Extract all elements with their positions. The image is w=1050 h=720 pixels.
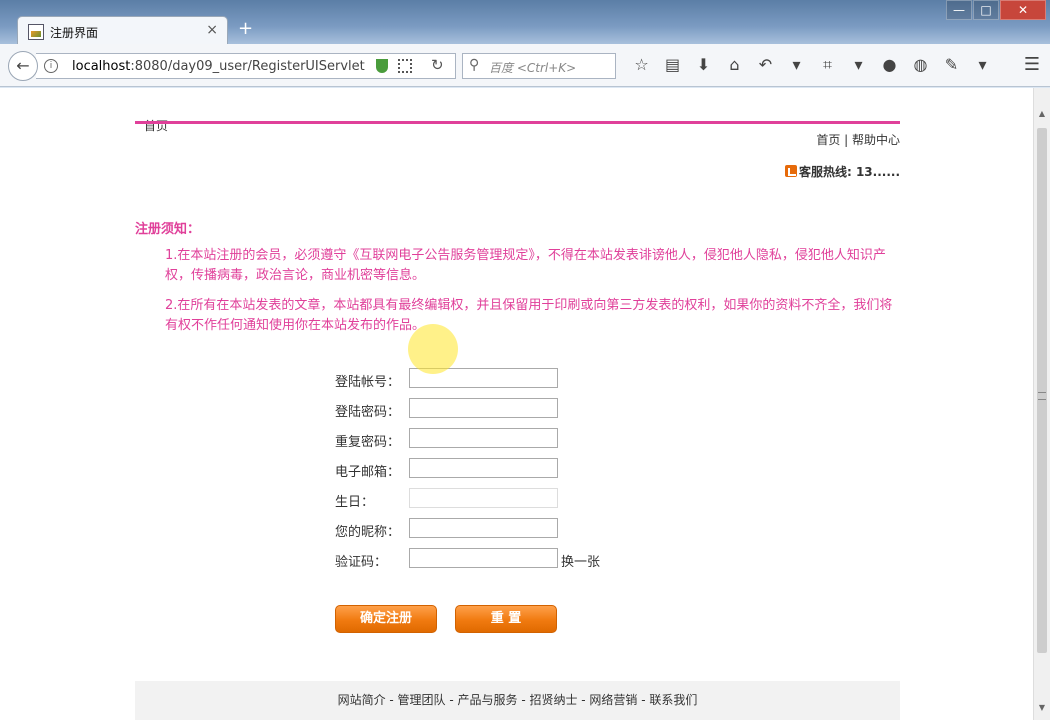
tab-title: 注册界面	[50, 26, 99, 40]
password2-row: 重复密码：	[335, 428, 655, 450]
cursor-highlight	[408, 324, 458, 374]
password2-label: 重复密码：	[335, 435, 401, 450]
vertical-scrollbar[interactable]: ▲ ▼	[1033, 88, 1050, 720]
header-divider	[135, 121, 900, 124]
scrollbar-grip-icon	[1038, 392, 1046, 400]
new-tab-button[interactable]: +	[238, 18, 253, 39]
download-icon[interactable]: ⬇	[688, 54, 719, 78]
password2-input[interactable]	[409, 428, 558, 448]
back-button[interactable]: ←	[8, 51, 38, 81]
crop-icon[interactable]: ⌗	[812, 54, 843, 78]
email-row: 电子邮箱：	[335, 458, 655, 480]
submit-register-button[interactable]: 确定注册	[335, 605, 437, 633]
nickname-input[interactable]	[409, 518, 558, 538]
captcha-row: 验证码： 换一张	[335, 548, 655, 570]
password-input[interactable]	[409, 398, 558, 418]
notice-title: 注册须知：	[135, 222, 201, 237]
qr-code-icon[interactable]	[398, 59, 412, 73]
toolbar-icons: ☆ ▤ ⬇ ⌂ ↶ ▾ ⌗ ▾ ● ◍ ✎ ▾	[626, 54, 998, 78]
shield-icon[interactable]	[376, 59, 388, 73]
notice-paragraph-1: 1.在本站注册的会员，必须遵守《互联网电子公告服务管理规定》，不得在本站发表诽谤…	[165, 248, 886, 283]
reading-list-icon[interactable]: ▤	[657, 54, 688, 78]
password-row: 登陆密码：	[335, 398, 655, 420]
undo-icon[interactable]: ↶	[750, 54, 781, 78]
palette-icon[interactable]: ◍	[905, 54, 936, 78]
reload-icon[interactable]: ↻	[431, 56, 444, 74]
notice-paragraph-2: 2.在所有在本站发表的文章，本站都具有最终编辑权，并且保留用于印刷或向第三方发表…	[165, 298, 893, 333]
captcha-refresh-link[interactable]: 换一张	[561, 551, 600, 570]
reset-button[interactable]: 重 置	[455, 605, 557, 633]
star-icon[interactable]: ☆	[626, 54, 657, 78]
hamburger-menu-icon[interactable]: ☰	[1024, 54, 1040, 75]
browser-tab[interactable]: 注册界面 ×	[17, 16, 228, 46]
search-box[interactable]: ⚲ 百度 <Ctrl+K>	[462, 53, 616, 79]
info-icon[interactable]: i	[44, 59, 58, 73]
scroll-up-icon[interactable]: ▲	[1034, 106, 1050, 122]
birthday-input[interactable]	[409, 488, 558, 508]
search-icon: ⚲	[469, 57, 480, 73]
dropdown-icon[interactable]: ▾	[781, 54, 812, 78]
navigation-toolbar: i localhost:8080/day09_user/RegisterUISe…	[0, 44, 1050, 87]
url-bar[interactable]: i localhost:8080/day09_user/RegisterUISe…	[36, 53, 456, 79]
maximize-button[interactable]: □	[973, 0, 999, 20]
nickname-row: 您的昵称：	[335, 518, 655, 540]
birthday-label: 生日：	[335, 495, 375, 510]
birthday-row: 生日：	[335, 488, 655, 510]
dropdown-icon[interactable]: ▾	[843, 54, 874, 78]
tab-close-button[interactable]: ×	[206, 22, 218, 38]
captcha-label: 验证码：	[335, 555, 388, 570]
page-viewport: 首页 首页 | 帮助中心 客服热线: 13...... 注册须知： 1.在本站注…	[0, 88, 1033, 720]
email-label: 电子邮箱：	[335, 465, 401, 480]
email-input[interactable]	[409, 458, 558, 478]
footer-links[interactable]: 网站简介 - 管理团队 - 产品与服务 - 招贤纳士 - 网络营销 - 联系我们	[135, 681, 900, 720]
close-window-button[interactable]: ✕	[1000, 0, 1046, 20]
top-nav-home-link[interactable]: 首页	[144, 117, 168, 134]
scroll-down-icon[interactable]: ▼	[1034, 700, 1050, 716]
header-links[interactable]: 首页 | 帮助中心	[816, 131, 900, 148]
url-text[interactable]: localhost:8080/day09_user/RegisterUIServ…	[72, 59, 365, 74]
extension-icon[interactable]: ✎	[936, 54, 967, 78]
minimize-button[interactable]: —	[946, 0, 972, 20]
username-label: 登陆帐号：	[335, 375, 401, 390]
dropdown-icon[interactable]: ▾	[967, 54, 998, 78]
home-icon[interactable]: ⌂	[719, 54, 750, 78]
nickname-label: 您的昵称：	[335, 525, 401, 540]
chat-icon[interactable]: ●	[874, 54, 905, 78]
search-placeholder: 百度 <Ctrl+K>	[489, 61, 577, 75]
phone-icon	[784, 165, 797, 177]
scrollbar-thumb[interactable]	[1037, 128, 1047, 653]
favicon-icon	[28, 24, 44, 40]
username-row: 登陆帐号：	[335, 368, 655, 390]
password-label: 登陆密码：	[335, 405, 401, 420]
title-bar: 注册界面 × + — □ ✕	[0, 0, 1050, 46]
back-arrow-icon: ←	[16, 56, 30, 75]
hotline: 客服热线: 13......	[784, 163, 900, 180]
captcha-input[interactable]	[409, 548, 558, 568]
